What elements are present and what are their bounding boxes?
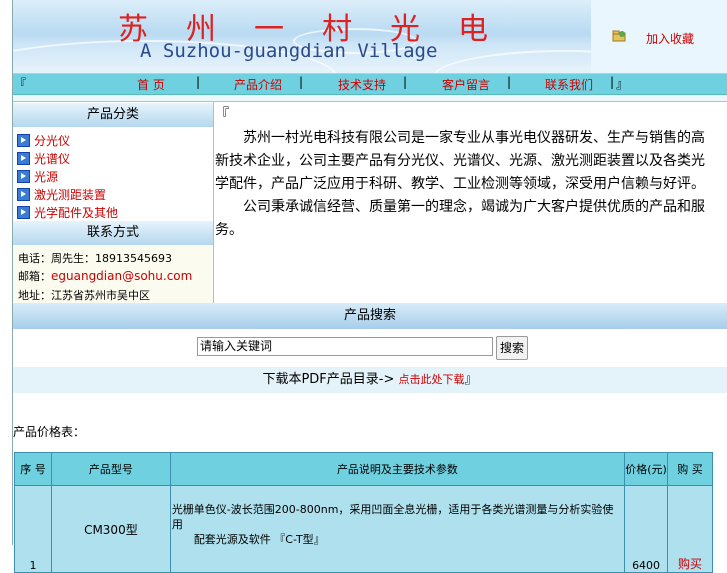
pdf-download-link[interactable]: 点击此处下载 [399, 373, 465, 386]
email-label: 邮箱： [18, 270, 51, 283]
nav-separator: | [196, 75, 201, 89]
search-button[interactable]: 搜索 [496, 336, 528, 360]
table-row: 1 CM300型 光栅单色仪-波长范围200-800nm，采用凹面全息光栅，适用… [14, 485, 713, 573]
products-heading: 产品分类 [13, 103, 213, 127]
search-heading: 产品搜索 [13, 303, 727, 329]
nav-left-edge: 『 [14, 77, 27, 91]
nav-right-edge: 』 [616, 77, 629, 91]
phone-line: 电话：周先生：18913545693 [18, 250, 172, 266]
category-item[interactable]: 光源 [17, 168, 58, 185]
arrow-bullet-icon [17, 206, 30, 219]
nav-separator: | [299, 75, 304, 89]
phone-number: 18913545693 [95, 252, 172, 265]
address-line: 地址：江苏省苏州市吴中区 [18, 289, 150, 302]
column-header: 产品型号 [50, 452, 171, 486]
category-item[interactable]: 分光仪 [17, 132, 70, 149]
product-table: 序 号 产品型号 产品说明及主要技术参数 价格(元) 购 买 1 CM300型 … [14, 452, 713, 573]
category-item[interactable]: 光谱仪 [17, 150, 70, 167]
arrow-bullet-icon [17, 170, 30, 183]
column-header: 价格(元) [624, 452, 669, 486]
product-category-list: 分光仪 光谱仪 光源 激光测距装置 光学配件及其他 [13, 127, 213, 221]
nav-item-products[interactable]: 产品介绍 [234, 76, 282, 93]
column-header: 序 号 [14, 452, 52, 486]
category-item[interactable]: 激光测距装置 [17, 186, 106, 203]
row-model: CM300型 [50, 485, 171, 573]
nav-separator: | [507, 75, 512, 89]
pdf-arrow: -> [378, 372, 395, 387]
nav-item-home[interactable]: 首 页 [137, 76, 165, 93]
nav-item-support[interactable]: 技术支持 [338, 76, 386, 93]
column-header: 购 买 [667, 452, 713, 486]
buy-link[interactable]: 购买 [667, 485, 713, 573]
category-label[interactable]: 光谱仪 [34, 150, 70, 167]
pdf-suffix: 』 [464, 372, 478, 387]
pdf-prefix: 下载本PDF产品目录 [262, 372, 379, 387]
banner-wave-decoration [433, 50, 591, 75]
intro-text: 『 苏州一村光电科技有限公司是一家专业从事光电仪器研发、生产与销售的高新技术企业… [215, 104, 715, 242]
bookmark-icon[interactable] [612, 30, 626, 42]
column-header: 产品说明及主要技术参数 [169, 452, 626, 486]
intro-paragraph: 公司秉承诚信经营、质量第一的理念，竭诚为广大客户提供优质的产品和服务。 [215, 199, 705, 238]
email-link[interactable]: eguangdian@sohu.com [51, 269, 192, 283]
nav-underbar [13, 95, 727, 102]
row-description: 光栅单色仪-波长范围200-800nm，采用凹面全息光栅，适用于各类光谱测量与分… [169, 485, 626, 573]
intro-paragraph: 苏州一村光电科技有限公司是一家专业从事光电仪器研发、生产与销售的高新技术企业，公… [215, 130, 705, 192]
phone-label: 电话：周先生： [18, 252, 95, 265]
row-index: 1 [14, 485, 52, 573]
nav-item-contact[interactable]: 联系我们 [545, 76, 593, 93]
site-subtitle: A Suzhou-guangdian Village [140, 40, 438, 62]
contact-info: 电话：周先生：18913545693 邮箱：eguangdian@sohu.co… [13, 245, 213, 303]
category-label[interactable]: 光学配件及其他 [34, 204, 118, 221]
row-price: 6400 [624, 485, 669, 573]
arrow-bullet-icon [17, 188, 30, 201]
arrow-bullet-icon [17, 152, 30, 165]
search-input[interactable]: 请输入关键词 [197, 337, 493, 356]
category-label[interactable]: 分光仪 [34, 132, 70, 149]
top-nav: 『 首 页 | 产品介绍 | 技术支持 | 客户留言 | 联系我们 | 』 [13, 73, 727, 95]
price-list-title: 产品价格表： [13, 425, 86, 439]
column-divider [213, 101, 214, 303]
intro-blank-line: 『 [215, 107, 229, 123]
category-label[interactable]: 光源 [34, 168, 58, 185]
nav-separator: | [403, 75, 408, 89]
table-header-row: 序 号 产品型号 产品说明及主要技术参数 价格(元) 购 买 [14, 452, 713, 486]
contact-heading: 联系方式 [13, 221, 213, 245]
pdf-download-bar: 下载本PDF产品目录-> 点击此处下载』 [13, 367, 727, 393]
category-item[interactable]: 光学配件及其他 [17, 204, 118, 221]
nav-separator: | [610, 75, 615, 89]
header-banner: 苏州一村光电 A Suzhou-guangdian Village [13, 0, 591, 75]
arrow-bullet-icon [17, 134, 30, 147]
nav-item-messages[interactable]: 客户留言 [442, 76, 490, 93]
email-line: 邮箱：eguangdian@sohu.com [18, 268, 192, 284]
row-description-line: 光栅单色仪-波长范围200-800nm，采用凹面全息光栅，适用于各类光谱测量与分… [171, 503, 614, 531]
category-label[interactable]: 激光测距装置 [34, 186, 106, 203]
add-bookmark-link[interactable]: 加入收藏 [646, 30, 694, 47]
